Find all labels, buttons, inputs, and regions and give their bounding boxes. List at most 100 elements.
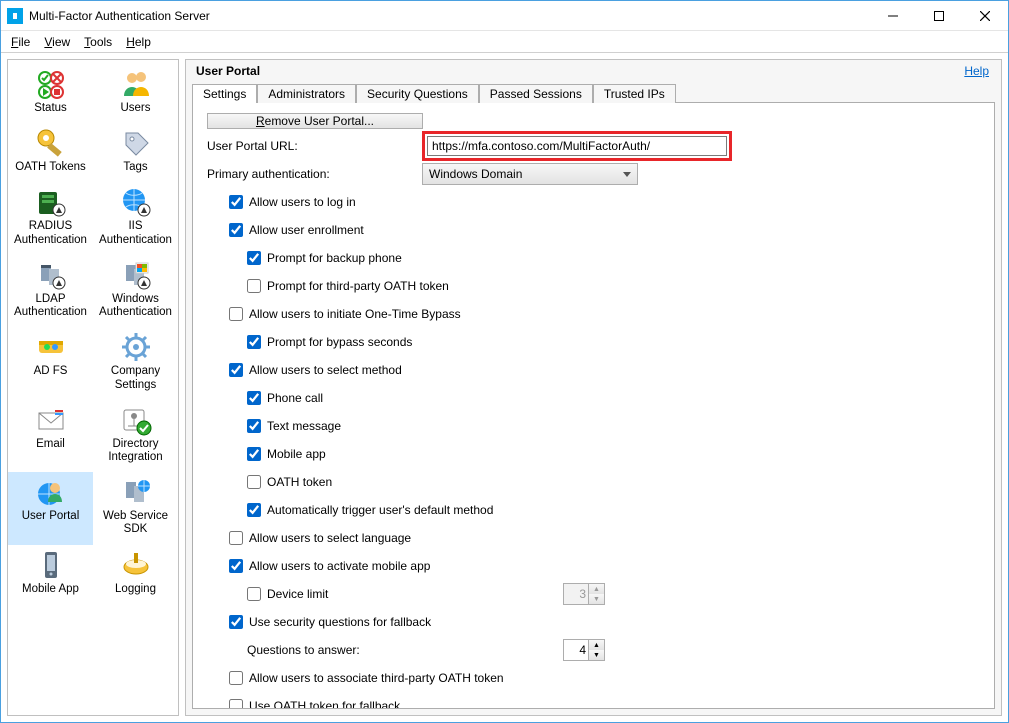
oath-token-checkbox[interactable]: OATH token: [207, 471, 980, 493]
window-title: Multi-Factor Authentication Server: [29, 9, 870, 23]
iis-auth-icon: [120, 186, 152, 218]
users-icon: [120, 68, 152, 100]
tab-settings[interactable]: Settings: [192, 84, 257, 103]
company-settings-icon: [120, 331, 152, 363]
remove-user-portal-button[interactable]: Remove User Portal...: [207, 113, 423, 129]
phone-call-checkbox[interactable]: Phone call: [207, 387, 980, 409]
main-panel: User Portal Help SettingsAdministratorsS…: [185, 59, 1002, 716]
allow-method-checkbox[interactable]: Allow users to select method: [207, 359, 980, 381]
window-controls: [870, 1, 1008, 30]
sidebar-item-tags[interactable]: Tags: [93, 123, 178, 182]
device-limit-row: Device limit 3 ▲▼: [207, 583, 980, 605]
sidebar-item-web-service-sdk[interactable]: Web Service SDK: [93, 472, 178, 544]
url-highlight-box: [422, 131, 732, 161]
sidebar-item-label: RADIUS Authentication: [10, 220, 91, 246]
allow-bypass-checkbox[interactable]: Allow users to initiate One-Time Bypass: [207, 303, 980, 325]
sidebar-item-mobile-app[interactable]: Mobile App: [8, 545, 93, 604]
tab-security-questions[interactable]: Security Questions: [356, 84, 479, 103]
tabset: SettingsAdministratorsSecurity Questions…: [186, 80, 1001, 102]
text-msg-checkbox[interactable]: Text message: [207, 415, 980, 437]
mobile-app-icon: [35, 549, 67, 581]
sidebar-item-user-portal[interactable]: User Portal: [8, 472, 93, 544]
menubar: File View Tools Help: [1, 31, 1008, 53]
questions-answer-spinner[interactable]: 4 ▲▼: [563, 639, 605, 661]
sidebar-item-radius-auth[interactable]: RADIUS Authentication: [8, 182, 93, 254]
close-button[interactable]: [962, 1, 1008, 30]
status-icon: [35, 68, 67, 100]
tab-trusted-ips[interactable]: Trusted IPs: [593, 84, 676, 103]
device-limit-checkbox[interactable]: [247, 587, 261, 601]
windows-auth-icon: [120, 259, 152, 291]
oath-fallback-checkbox[interactable]: Use OATH token for fallback: [207, 695, 980, 709]
sidebar-item-label: Mobile App: [22, 583, 79, 596]
page-title: User Portal: [196, 64, 964, 78]
tab-administrators[interactable]: Administrators: [257, 84, 356, 103]
primary-auth-label: Primary authentication:: [207, 167, 412, 181]
sidebar: Status Users OATH Tokens Tags RADIUS Authent…: [7, 59, 179, 716]
email-icon: [35, 404, 67, 436]
directory-integration-icon: [120, 404, 152, 436]
sidebar-item-windows-auth[interactable]: Windows Authentication: [93, 255, 178, 327]
assoc-oath-checkbox[interactable]: Allow users to associate third-party OAT…: [207, 667, 980, 689]
sidebar-item-users[interactable]: Users: [93, 64, 178, 123]
url-label: User Portal URL:: [207, 139, 412, 153]
menu-tools[interactable]: Tools: [84, 35, 112, 49]
body: Status Users OATH Tokens Tags RADIUS Authent…: [1, 53, 1008, 722]
sidebar-item-status[interactable]: Status: [8, 64, 93, 123]
prompt-bypass-sec-checkbox[interactable]: Prompt for bypass seconds: [207, 331, 980, 353]
web-service-sdk-icon: [120, 476, 152, 508]
sidebar-item-label: Directory Integration: [95, 438, 176, 464]
sidebar-item-adfs[interactable]: AD FS: [8, 327, 93, 399]
tab-body-settings: Remove User Portal... User Portal URL: P…: [192, 102, 995, 709]
tags-icon: [120, 127, 152, 159]
sidebar-item-iis-auth[interactable]: IIS Authentication: [93, 182, 178, 254]
sidebar-item-label: Web Service SDK: [95, 510, 176, 536]
prompt-oath-checkbox[interactable]: Prompt for third-party OATH token: [207, 275, 980, 297]
primary-auth-select[interactable]: Windows Domain: [422, 163, 638, 185]
sidebar-item-label: User Portal: [22, 510, 80, 523]
maximize-button[interactable]: [916, 1, 962, 30]
allow-login-checkbox[interactable]: Allow users to log in: [207, 191, 980, 213]
menu-view[interactable]: View: [44, 35, 70, 49]
prompt-backup-checkbox[interactable]: Prompt for backup phone: [207, 247, 980, 269]
mobile-app-checkbox[interactable]: Mobile app: [207, 443, 980, 465]
sidebar-item-logging[interactable]: Logging: [93, 545, 178, 604]
sidebar-item-label: AD FS: [34, 365, 68, 378]
app-window: Multi-Factor Authentication Server File …: [0, 0, 1009, 723]
sidebar-item-directory-integration[interactable]: Directory Integration: [93, 400, 178, 472]
sidebar-item-company-settings[interactable]: Company Settings: [93, 327, 178, 399]
help-link[interactable]: Help: [964, 64, 989, 78]
radius-auth-icon: [35, 186, 67, 218]
app-icon: [7, 8, 23, 24]
ldap-auth-icon: [35, 259, 67, 291]
minimize-button[interactable]: [870, 1, 916, 30]
logging-icon: [120, 549, 152, 581]
auto-trigger-checkbox[interactable]: Automatically trigger user's default met…: [207, 499, 980, 521]
titlebar: Multi-Factor Authentication Server: [1, 1, 1008, 31]
sidebar-item-oath-tokens[interactable]: OATH Tokens: [8, 123, 93, 182]
oath-tokens-icon: [35, 127, 67, 159]
sidebar-item-label: OATH Tokens: [15, 161, 86, 174]
sidebar-item-label: Users: [120, 102, 150, 115]
sidebar-item-email[interactable]: Email: [8, 400, 93, 472]
tab-passed-sessions[interactable]: Passed Sessions: [479, 84, 593, 103]
sidebar-item-label: IIS Authentication: [95, 220, 176, 246]
allow-activate-checkbox[interactable]: Allow users to activate mobile app: [207, 555, 980, 577]
menu-file[interactable]: File: [11, 35, 30, 49]
sidebar-item-label: Tags: [123, 161, 147, 174]
sidebar-item-label: LDAP Authentication: [10, 293, 91, 319]
sidebar-item-label: Email: [36, 438, 65, 451]
sidebar-item-label: Windows Authentication: [95, 293, 176, 319]
sidebar-item-ldap-auth[interactable]: LDAP Authentication: [8, 255, 93, 327]
user-portal-icon: [35, 476, 67, 508]
adfs-icon: [35, 331, 67, 363]
allow-lang-checkbox[interactable]: Allow users to select language: [207, 527, 980, 549]
device-limit-spinner: 3 ▲▼: [563, 583, 605, 605]
menu-help[interactable]: Help: [126, 35, 151, 49]
user-portal-url-input[interactable]: [427, 136, 727, 156]
questions-answer-row: Questions to answer: 4 ▲▼: [207, 639, 980, 661]
allow-enroll-checkbox[interactable]: Allow user enrollment: [207, 219, 980, 241]
sidebar-item-label: Status: [34, 102, 67, 115]
security-questions-checkbox[interactable]: Use security questions for fallback: [207, 611, 980, 633]
sidebar-item-label: Company Settings: [95, 365, 176, 391]
